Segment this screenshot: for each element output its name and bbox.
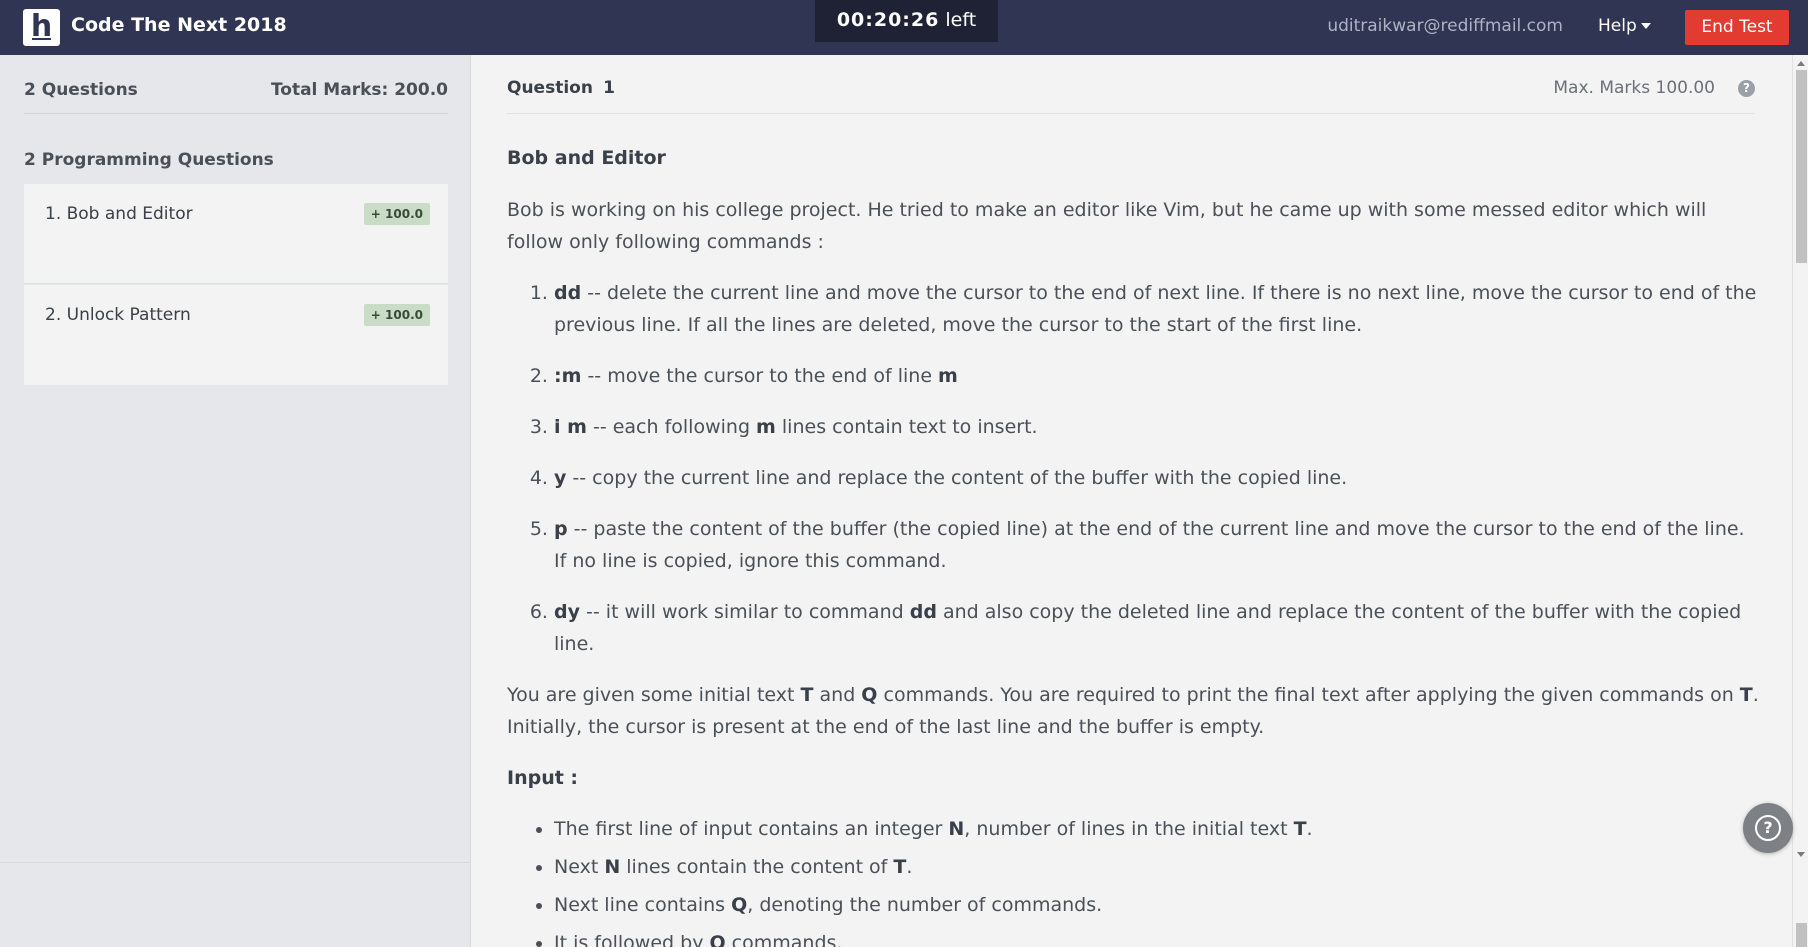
- input-list: The first line of input contains an inte…: [554, 813, 1759, 947]
- help-fab-button[interactable]: ?: [1743, 803, 1793, 853]
- input-item: Next N lines contain the content of T.: [554, 851, 1759, 883]
- input-item: The first line of input contains an inte…: [554, 813, 1759, 845]
- input-item: Next line contains Q, denoting the numbe…: [554, 889, 1759, 921]
- question-header: Question 1 Max. Marks 100.00 ?: [507, 78, 1755, 114]
- chevron-down-icon: [1640, 23, 1651, 29]
- command-item: p -- paste the content of the buffer (th…: [554, 513, 1759, 577]
- question-circle-icon: ?: [1755, 815, 1781, 841]
- timer-value: 00:20:26: [836, 9, 940, 31]
- total-marks: Total Marks: 200.0: [270, 80, 448, 100]
- command-item: i m -- each following m lines contain te…: [554, 411, 1759, 443]
- marks-badge: + 100.0: [363, 304, 430, 326]
- scroll-down-icon[interactable]: [1797, 852, 1805, 857]
- help-dropdown[interactable]: Help: [1598, 16, 1651, 36]
- user-email: uditraikwar@rediffmail.com: [1327, 16, 1563, 36]
- top-bar: h Code The Next 2018 00:20:26 left uditr…: [0, 0, 1808, 55]
- section-title: 2 Programming Questions: [24, 150, 274, 170]
- scroll-up-icon[interactable]: [1797, 61, 1805, 66]
- marks-badge: + 100.0: [363, 203, 430, 225]
- question-panel: Question 1 Max. Marks 100.00 ? Bob and E…: [472, 55, 1792, 947]
- question-number: 1: [603, 78, 615, 98]
- question-sidebar: 2 Questions Total Marks: 200.0 2 Program…: [0, 55, 471, 947]
- question-item-label: 2. Unlock Pattern: [45, 305, 191, 325]
- countdown-timer: 00:20:26 left: [815, 0, 998, 42]
- command-list: dd -- delete the current line and move t…: [554, 277, 1759, 660]
- scrollbar-thumb[interactable]: [1796, 70, 1807, 263]
- timer-suffix: left: [945, 9, 977, 31]
- command-item: :m -- move the cursor to the end of line…: [554, 360, 1759, 392]
- end-test-button[interactable]: End Test: [1685, 10, 1789, 45]
- app-title: Code The Next 2018: [71, 14, 287, 36]
- question-item-unlock-pattern[interactable]: 2. Unlock Pattern + 100.0: [24, 285, 448, 385]
- question-item-bob-and-editor[interactable]: 1. Bob and Editor + 100.0: [24, 184, 448, 284]
- question-help-icon[interactable]: ?: [1738, 80, 1755, 97]
- sidebar-header: 2 Questions Total Marks: 200.0: [24, 80, 448, 114]
- question-label: Question: [507, 78, 593, 98]
- given-paragraph: You are given some initial text T and Q …: [507, 684, 1759, 738]
- max-marks: Max. Marks 100.00: [1553, 78, 1715, 98]
- command-item: dd -- delete the current line and move t…: [554, 277, 1759, 341]
- hackerearth-logo[interactable]: h: [23, 9, 60, 46]
- question-count: 2 Questions: [24, 80, 138, 100]
- question-intro: Bob is working on his college project. H…: [507, 199, 1707, 253]
- main-scrollbar[interactable]: [1792, 55, 1808, 947]
- question-item-label: 1. Bob and Editor: [45, 204, 193, 224]
- scrollbar-thumb-lower[interactable]: [1796, 923, 1807, 947]
- command-item: y -- copy the current line and replace t…: [554, 462, 1759, 494]
- input-item: It is followed by Q commands.: [554, 927, 1759, 947]
- question-content: Bob and Editor Bob is working on his col…: [507, 142, 1759, 947]
- input-heading: Input :: [507, 767, 579, 789]
- command-item: dy -- it will work similar to command dd…: [554, 596, 1759, 660]
- help-label: Help: [1598, 16, 1637, 36]
- question-title: Bob and Editor: [507, 147, 666, 169]
- sidebar-divider: [0, 862, 471, 863]
